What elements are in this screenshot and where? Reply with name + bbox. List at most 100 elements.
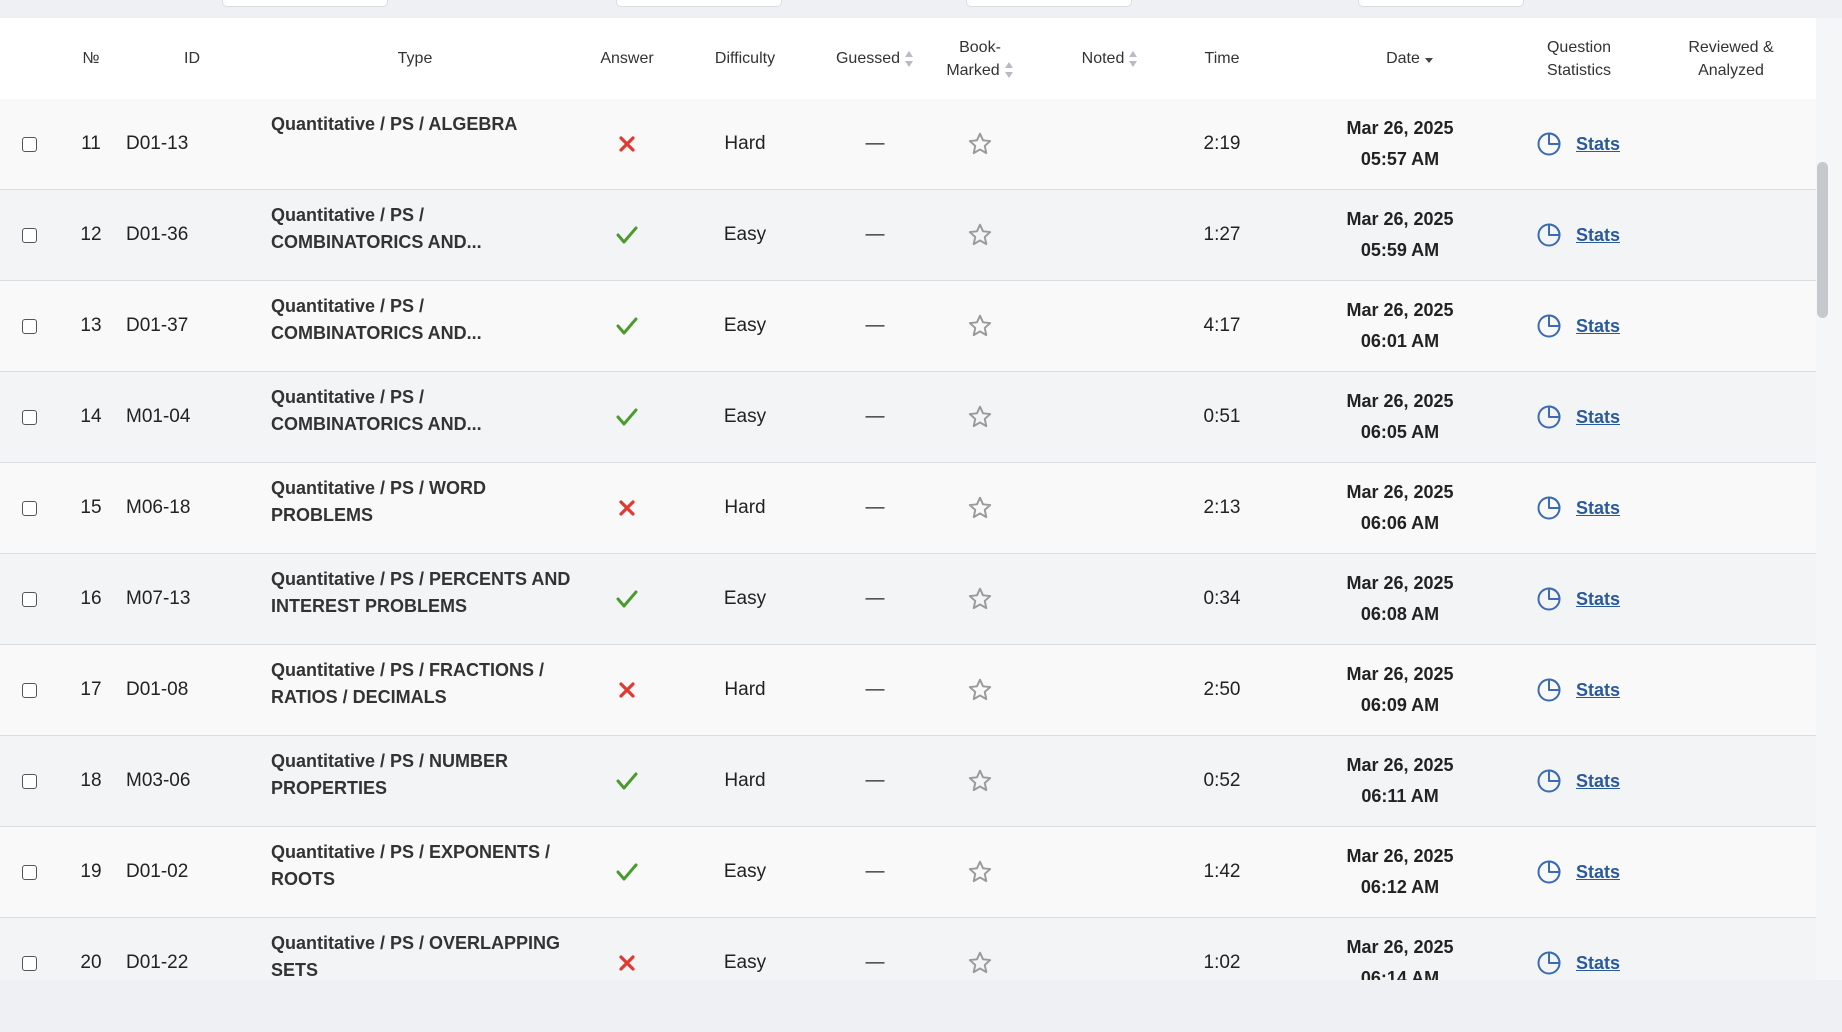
- row-guessed: —: [820, 645, 930, 735]
- col-noted[interactable]: Noted: [1065, 18, 1155, 99]
- cross-icon: [580, 645, 674, 735]
- star-icon[interactable]: [940, 554, 1020, 644]
- row-checkbox[interactable]: [22, 318, 37, 334]
- star-icon[interactable]: [940, 190, 1020, 280]
- col-number: №: [82, 50, 100, 67]
- row-number: 11: [81, 133, 101, 154]
- row-type: Quantitative / PS / ALGEBRA: [271, 114, 518, 134]
- star-icon[interactable]: [940, 99, 1020, 189]
- col-question-statistics: Question Statistics: [1520, 18, 1638, 99]
- row-date-day: Mar 26, 2025: [1346, 118, 1454, 138]
- row-checkbox[interactable]: [22, 136, 37, 152]
- col-bookmarked[interactable]: Book- Marked: [940, 18, 1020, 99]
- stats-link[interactable]: Stats: [1576, 134, 1620, 155]
- stats-link[interactable]: Stats: [1576, 316, 1620, 337]
- filter-input[interactable]: [1358, 0, 1524, 7]
- pie-chart-icon: [1536, 677, 1562, 703]
- row-checkbox[interactable]: [22, 227, 37, 243]
- row-difficulty: Easy: [723, 406, 767, 427]
- row-type: Quantitative / PS / PERCENTS AND INTERES…: [271, 569, 571, 616]
- star-icon[interactable]: [940, 827, 1020, 917]
- row-checkbox[interactable]: [22, 682, 37, 698]
- stats-link[interactable]: Stats: [1576, 680, 1620, 701]
- stats-link[interactable]: Stats: [1576, 953, 1620, 974]
- row-type: Quantitative / PS / COMBINATORICS AND...: [271, 387, 482, 434]
- star-icon[interactable]: [940, 645, 1020, 735]
- row-id: D01-02: [126, 861, 189, 882]
- table-header: № ID Type Answer Difficulty Guessed Book…: [0, 18, 1816, 100]
- row-guessed-value: —: [865, 315, 885, 336]
- table-row[interactable]: 11 D01-13 Quantitative / PS / ALGEBRA Hard —…: [0, 99, 1816, 190]
- pie-chart-icon: [1536, 950, 1562, 976]
- row-number: 18: [80, 770, 102, 791]
- stats-link[interactable]: Stats: [1576, 407, 1620, 428]
- row-time: 1:27: [1203, 224, 1241, 245]
- table-body: 11 D01-13 Quantitative / PS / ALGEBRA Hard —…: [0, 99, 1816, 980]
- filter-input[interactable]: [222, 0, 388, 7]
- row-checkbox[interactable]: [22, 409, 37, 425]
- row-date-time: 06:08 AM: [1360, 604, 1440, 624]
- row-date: Mar 26, 2025 06:06 AM: [1320, 463, 1480, 553]
- stats-link[interactable]: Stats: [1576, 862, 1620, 883]
- row-date: Mar 26, 2025 05:57 AM: [1320, 99, 1480, 189]
- row-guessed: —: [820, 372, 930, 462]
- row-number: 14: [80, 406, 102, 427]
- row-checkbox[interactable]: [22, 773, 37, 789]
- filter-input[interactable]: [616, 0, 782, 7]
- row-difficulty: Hard: [724, 679, 766, 700]
- stats-link[interactable]: Stats: [1576, 225, 1620, 246]
- row-time: 4:17: [1203, 315, 1241, 336]
- table-row[interactable]: 20 D01-22 Quantitative / PS / OVERLAPPING …: [0, 918, 1816, 980]
- row-checkbox[interactable]: [22, 955, 37, 971]
- star-icon[interactable]: [940, 281, 1020, 371]
- sort-icon[interactable]: [1004, 61, 1014, 79]
- pie-chart-icon: [1536, 404, 1562, 430]
- row-time: 0:51: [1203, 406, 1241, 427]
- row-checkbox[interactable]: [22, 591, 37, 607]
- row-guessed: —: [820, 827, 930, 917]
- filter-input[interactable]: [966, 0, 1132, 7]
- table-row[interactable]: 19 D01-02 Quantitative / PS / EXPONENTS / …: [0, 827, 1816, 918]
- col-reviewed-label-1: Reviewed &: [1688, 38, 1774, 56]
- row-date-time: 06:01 AM: [1360, 331, 1440, 351]
- row-guessed-value: —: [865, 588, 885, 609]
- stats-link[interactable]: Stats: [1576, 589, 1620, 610]
- col-guessed[interactable]: Guessed: [820, 18, 930, 99]
- row-guessed: —: [820, 281, 930, 371]
- row-number: 15: [80, 497, 102, 518]
- table-row[interactable]: 12 D01-36 Quantitative / PS / COMBINATORIC…: [0, 190, 1816, 281]
- stats-link[interactable]: Stats: [1576, 498, 1620, 519]
- scrollbar-thumb[interactable]: [1817, 162, 1828, 318]
- row-time: 1:02: [1203, 952, 1241, 973]
- row-date-day: Mar 26, 2025: [1346, 209, 1454, 229]
- row-checkbox[interactable]: [22, 500, 37, 516]
- pie-chart-icon: [1536, 313, 1562, 339]
- sort-icon[interactable]: [904, 50, 914, 68]
- col-date[interactable]: Date: [1360, 18, 1460, 99]
- sort-desc-icon[interactable]: [1424, 50, 1434, 68]
- row-guessed-value: —: [865, 770, 885, 791]
- star-icon[interactable]: [940, 372, 1020, 462]
- col-bookmarked-label-2: Marked: [946, 61, 1000, 79]
- star-icon[interactable]: [940, 918, 1020, 980]
- table-row[interactable]: 15 M06-18 Quantitative / PS / WORD PROBLEM…: [0, 463, 1816, 554]
- sort-icon[interactable]: [1128, 50, 1138, 68]
- row-number: 16: [80, 588, 102, 609]
- row-type: Quantitative / PS / NUMBER PROPERTIES: [271, 751, 509, 798]
- row-date-day: Mar 26, 2025: [1346, 664, 1454, 684]
- row-type: Quantitative / PS / COMBINATORICS AND...: [271, 296, 482, 343]
- row-date-time: 06:12 AM: [1360, 877, 1440, 897]
- stats-link[interactable]: Stats: [1576, 771, 1620, 792]
- row-checkbox[interactable]: [22, 864, 37, 880]
- table-row[interactable]: 13 D01-37 Quantitative / PS / COMBINATORIC…: [0, 281, 1816, 372]
- filter-bar: [0, 0, 1842, 18]
- row-date-time: 06:14 AM: [1360, 968, 1440, 980]
- row-id: M07-13: [126, 588, 191, 609]
- table-row[interactable]: 17 D01-08 Quantitative / PS / FRACTIONS / …: [0, 645, 1816, 736]
- table-row[interactable]: 18 M03-06 Quantitative / PS / NUMBER PROPE…: [0, 736, 1816, 827]
- star-icon[interactable]: [940, 736, 1020, 826]
- row-time: 0:34: [1203, 588, 1241, 609]
- star-icon[interactable]: [940, 463, 1020, 553]
- table-row[interactable]: 16 M07-13 Quantitative / PS / PERCENTS AND…: [0, 554, 1816, 645]
- table-row[interactable]: 14 M01-04 Quantitative / PS / COMBINATORIC…: [0, 372, 1816, 463]
